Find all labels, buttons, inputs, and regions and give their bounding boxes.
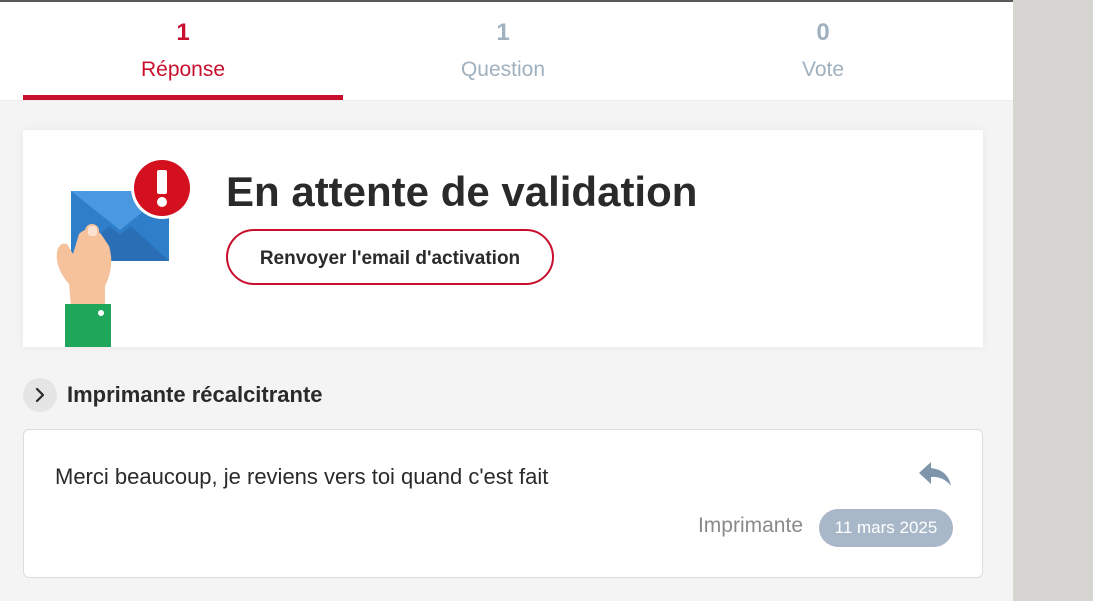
message-author[interactable]: Imprimante (698, 513, 803, 539)
active-tab-indicator (23, 95, 343, 100)
tab-count: 0 (816, 19, 830, 46)
date-badge: 11 mars 2025 (819, 509, 953, 547)
tab-label: Question (460, 58, 546, 81)
tab-count: 1 (176, 19, 190, 46)
message-card: Merci beaucoup, je reviens vers toi quan… (23, 429, 983, 578)
main-panel: 1 Réponse 1 Question 0 Vote En attente d… (0, 0, 1013, 601)
sleeve-button (98, 310, 104, 316)
hand (56, 229, 112, 306)
envelope-alert-icon (56, 157, 193, 347)
thread-title[interactable]: Imprimante récalcitrante (67, 382, 323, 408)
reply-icon[interactable] (917, 460, 953, 488)
sleeve (65, 304, 111, 347)
validation-title: En attente de validation (226, 168, 698, 215)
exclamation-bar (157, 170, 167, 194)
tab-bar: 1 Réponse 1 Question 0 Vote (0, 2, 1013, 101)
thumbnail (88, 226, 97, 236)
tab-reponse[interactable]: 1 Réponse (23, 2, 343, 100)
message-text: Merci beaucoup, je reviens vers toi quan… (55, 464, 549, 489)
exclamation-dot (157, 197, 167, 207)
tab-count: 1 (496, 19, 510, 46)
chevron-right-icon (35, 387, 45, 403)
tab-vote[interactable]: 0 Vote (663, 2, 983, 100)
resend-activation-button[interactable]: Renvoyer l'email d'activation (226, 229, 554, 285)
tab-question[interactable]: 1 Question (343, 2, 663, 100)
validation-card: En attente de validation Renvoyer l'emai… (23, 130, 983, 347)
thread-toggle-button[interactable] (23, 378, 57, 412)
tab-label: Vote (801, 58, 845, 81)
tab-label: Réponse (140, 58, 226, 81)
